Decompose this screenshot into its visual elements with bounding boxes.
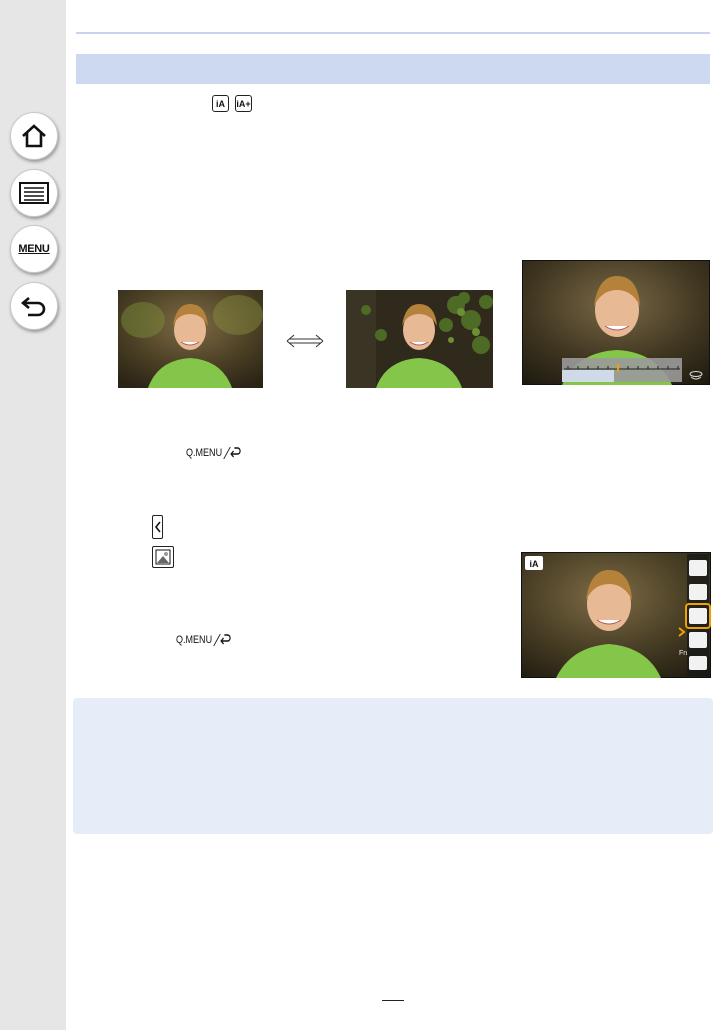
home-button[interactable] (10, 112, 58, 160)
return-arrow-icon (213, 633, 231, 647)
return-arrow-icon (223, 446, 241, 460)
photo-sharp-background (346, 290, 493, 388)
back-button[interactable] (10, 282, 58, 330)
qmenu-back-label: Q.MENU (186, 446, 243, 460)
chevron-left-icon (152, 515, 163, 539)
menu-button[interactable]: MENU (10, 225, 58, 273)
camera-screen-defocus-slider (522, 260, 710, 385)
intelligent-auto-icon: iA (212, 95, 229, 112)
svg-text:iA: iA (530, 559, 540, 569)
intelligent-auto-plus-icon: iA+ (235, 95, 252, 112)
section-title-bar (76, 54, 710, 84)
back-arrow-icon (20, 297, 46, 317)
header-rule (76, 32, 710, 34)
home-icon (22, 124, 46, 148)
qmenu-text-2: Q.MENU (176, 634, 213, 646)
intelligent-auto-plus-label: iA+ (236, 98, 251, 109)
menu-label: MENU (18, 243, 50, 255)
camera-screen-touch-tab: iA Fn (521, 552, 711, 678)
intelligent-auto-label: iA (216, 98, 225, 109)
note-box (73, 698, 713, 834)
svg-text:Fn: Fn (679, 650, 687, 657)
double-arrow-icon (286, 334, 324, 348)
defocus-control-icon (152, 546, 174, 568)
photo-blurred-background (118, 290, 263, 388)
list-icon (19, 182, 49, 204)
page-number-underline (382, 1000, 404, 1001)
qmenu-back-label-2: Q.MENU (176, 633, 233, 647)
sidebar: MENU (0, 0, 66, 1030)
contents-button[interactable] (10, 169, 58, 217)
qmenu-text: Q.MENU (186, 447, 223, 459)
